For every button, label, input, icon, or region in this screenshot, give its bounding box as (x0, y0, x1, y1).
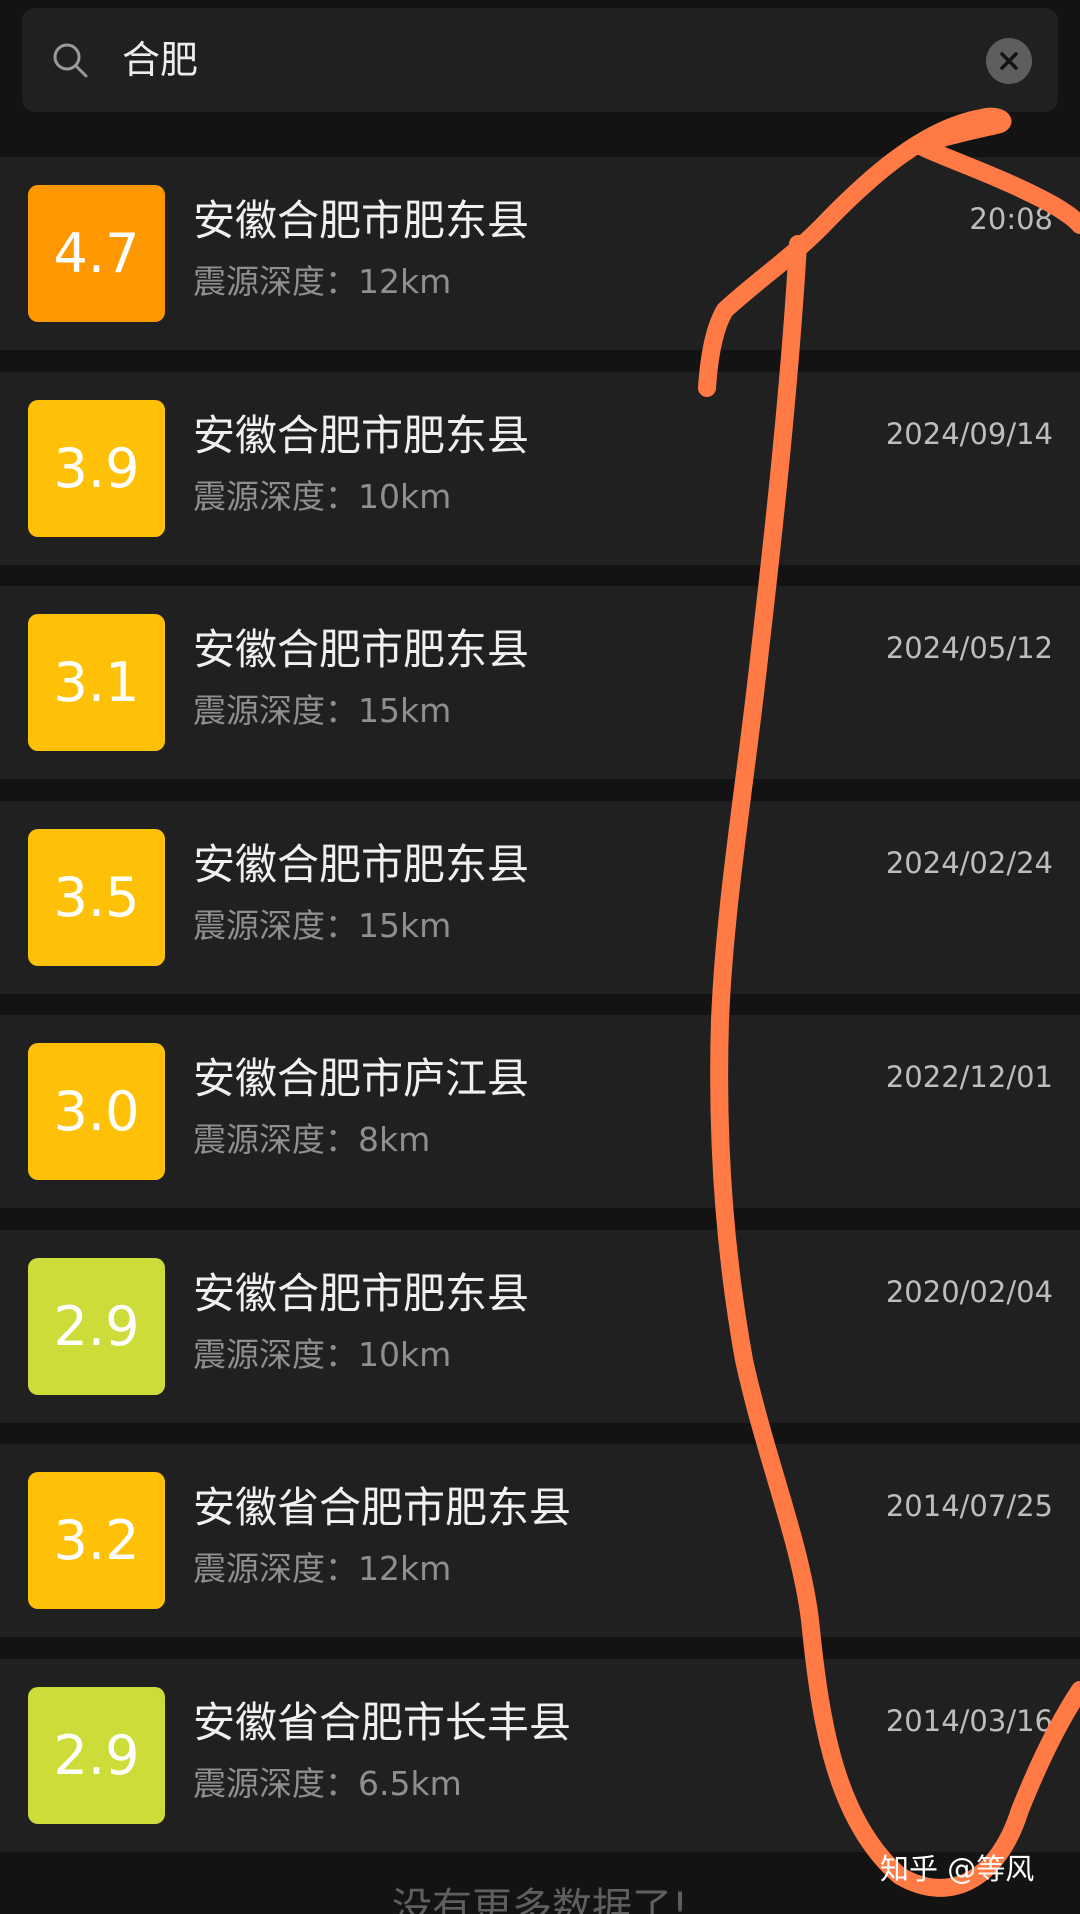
focal-depth: 震源深度：8km (193, 1120, 431, 1159)
earthquake-search-screen: 4.7 安徽合肥市肥东县 震源深度：12km 20:08 3.9 安徽合肥市肥东… (0, 0, 1080, 1914)
search-icon (53, 43, 88, 78)
earthquake-location: 安徽合肥市庐江县 (193, 1054, 530, 1103)
earthquake-time: 2022/12/01 (885, 1060, 1053, 1094)
magnitude-badge: 3.1 (28, 614, 165, 751)
earthquake-location: 安徽合肥市肥东县 (193, 1268, 530, 1318)
search-input[interactable] (100, 30, 1002, 90)
magnitude-badge: 2.9 (28, 1686, 165, 1824)
earthquake-location: 安徽省合肥市长丰县 (193, 1697, 572, 1747)
focal-depth: 震源深度：10km (193, 476, 452, 516)
earthquake-time: 2024/09/14 (885, 416, 1053, 451)
focal-depth: 震源深度：12km (193, 262, 452, 301)
focal-depth: 震源深度：10km (193, 1334, 452, 1374)
watermark-text: 知乎 @等风 (880, 1852, 1035, 1886)
earthquake-list-item[interactable]: 2.9 安徽省合肥市长丰县 震源深度：6.5km 2014/03/16 (0, 1658, 1080, 1852)
magnitude-badge: 3.5 (28, 828, 165, 966)
earthquake-time: 2024/02/24 (885, 845, 1053, 880)
earthquake-time: 2020/02/04 (885, 1274, 1053, 1309)
earthquake-list-item[interactable]: 4.7 安徽合肥市肥东县 震源深度：12km 20:08 (0, 157, 1080, 350)
earthquake-location: 安徽省合肥市肥东县 (193, 1483, 572, 1532)
magnitude-badge: 3.2 (28, 1472, 165, 1609)
earthquake-location: 安徽合肥市肥东县 (193, 839, 530, 889)
magnitude-badge: 2.9 (28, 1257, 165, 1395)
magnitude-badge: 4.7 (28, 185, 165, 322)
earthquake-time: 2024/05/12 (885, 631, 1053, 665)
earthquake-time: 2014/07/25 (885, 1489, 1053, 1523)
search-bar (22, 8, 1058, 112)
earthquake-list-item[interactable]: 2.9 安徽合肥市肥东县 震源深度：10km 2020/02/04 (0, 1229, 1080, 1423)
earthquake-time: 20:08 (969, 202, 1053, 236)
earthquake-list-item[interactable]: 3.1 安徽合肥市肥东县 震源深度：15km 2024/05/12 (0, 586, 1080, 779)
focal-depth: 震源深度：15km (193, 691, 452, 730)
earthquake-list-item[interactable]: 3.2 安徽省合肥市肥东县 震源深度：12km 2014/07/25 (0, 1444, 1080, 1637)
earthquake-result-list: 4.7 安徽合肥市肥东县 震源深度：12km 20:08 3.9 安徽合肥市肥东… (0, 157, 1080, 1873)
focal-depth: 震源深度：6.5km (193, 1763, 462, 1803)
earthquake-time: 2014/03/16 (885, 1703, 1053, 1738)
earthquake-list-item[interactable]: 3.5 安徽合肥市肥东县 震源深度：15km 2024/02/24 (0, 800, 1080, 994)
clear-search-button[interactable] (986, 38, 1032, 84)
earthquake-list-item[interactable]: 3.0 安徽合肥市庐江县 震源深度：8km 2022/12/01 (0, 1015, 1080, 1208)
magnitude-badge: 3.0 (28, 1043, 165, 1180)
earthquake-location: 安徽合肥市肥东县 (193, 625, 530, 674)
earthquake-list-item[interactable]: 3.9 安徽合肥市肥东县 震源深度：10km 2024/09/14 (0, 371, 1080, 565)
focal-depth: 震源深度：12km (193, 1549, 452, 1588)
focal-depth: 震源深度：15km (193, 905, 452, 945)
earthquake-location: 安徽合肥市肥东县 (193, 410, 530, 460)
earthquake-location: 安徽合肥市肥东县 (193, 196, 530, 245)
magnitude-badge: 3.9 (28, 399, 165, 537)
close-icon (1000, 52, 1018, 70)
